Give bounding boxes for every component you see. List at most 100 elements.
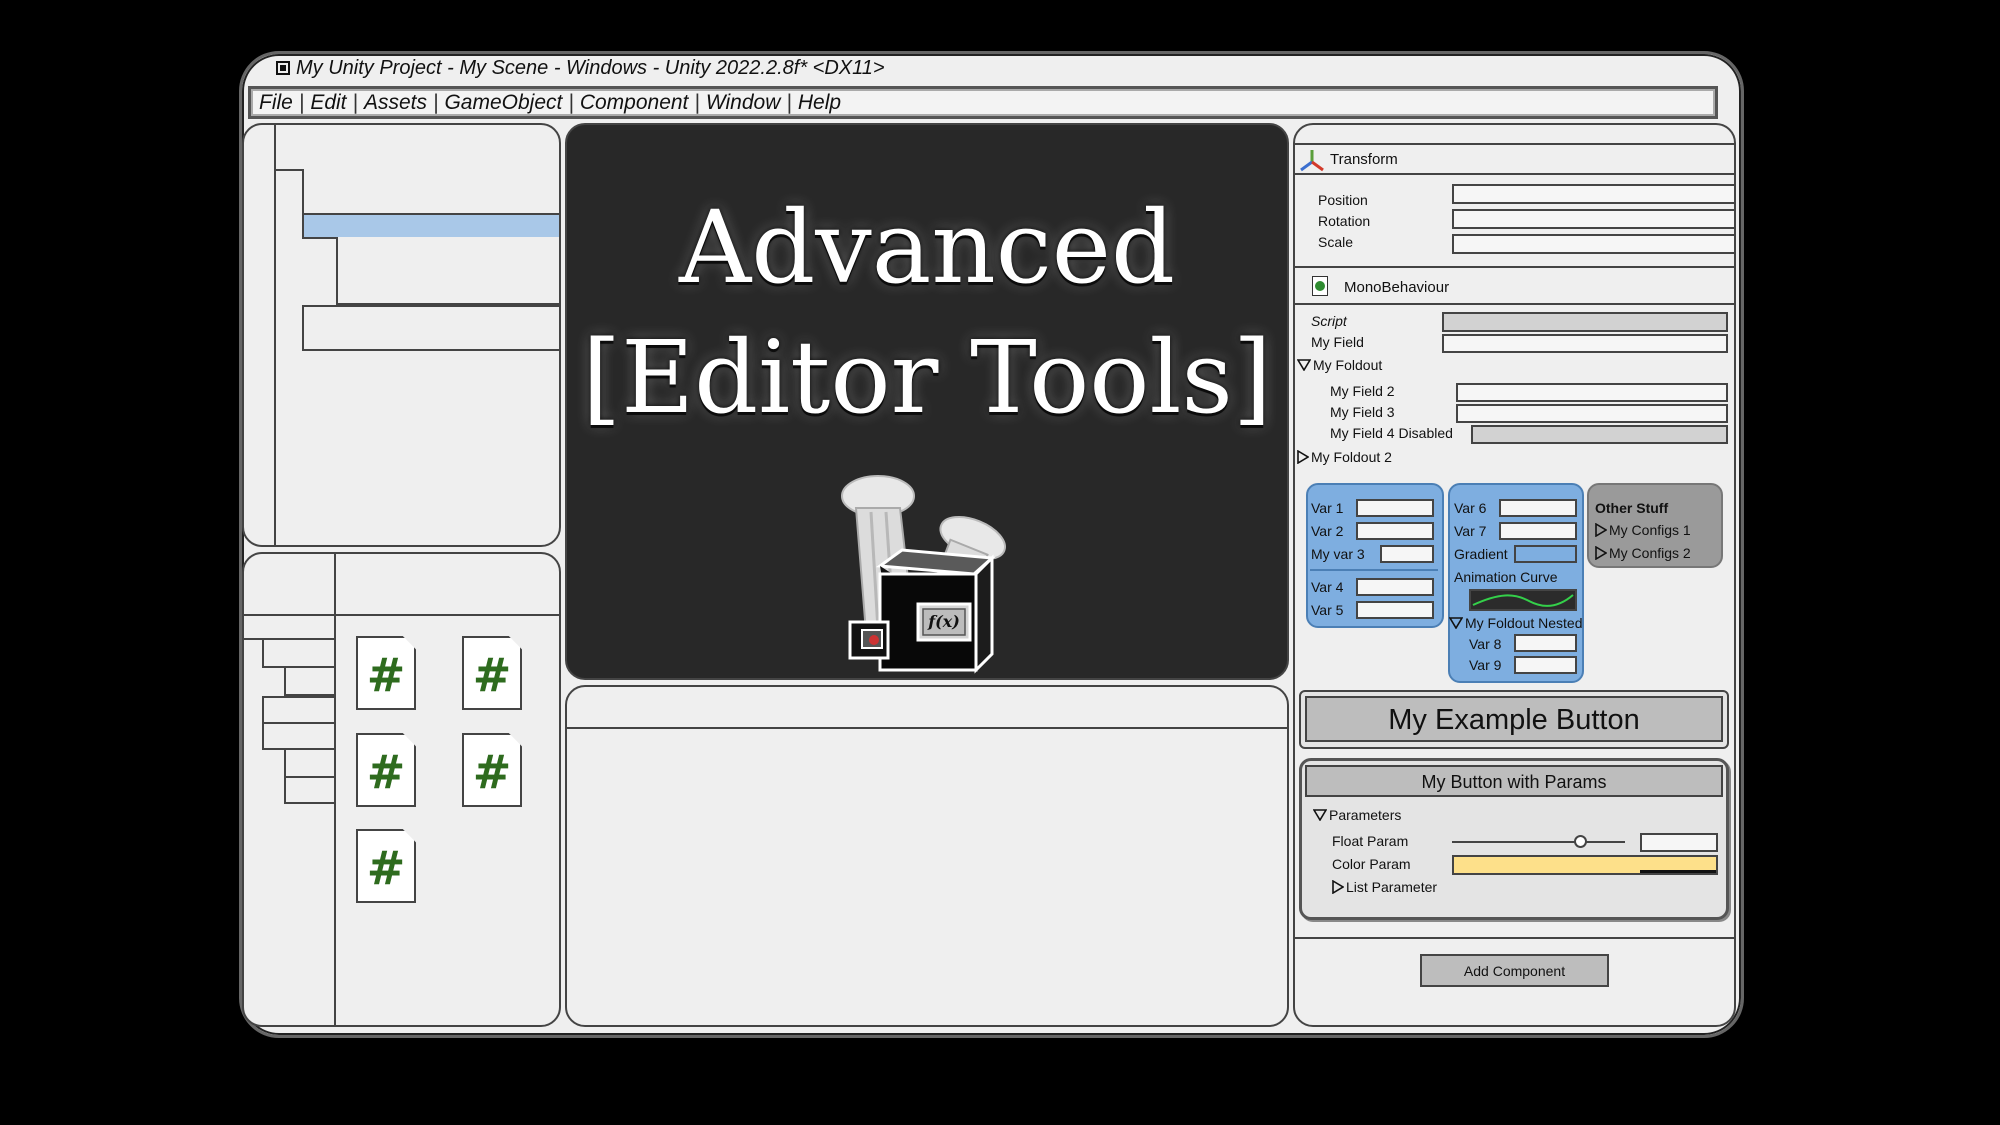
headline-editor-tools: [Editor Tools] — [582, 319, 1272, 436]
scale-label: Scale — [1318, 234, 1354, 250]
folder-tree-row[interactable] — [262, 640, 334, 668]
menu-separator: | — [568, 90, 574, 114]
var-5-input[interactable] — [1356, 601, 1434, 619]
my-field-2-label: My Field 2 — [1330, 383, 1395, 399]
other-stuff-title: Other Stuff — [1595, 500, 1669, 516]
gradient-field[interactable] — [1514, 545, 1577, 563]
my-configs-1-label: My Configs 1 — [1609, 522, 1691, 538]
my-example-button[interactable]: My Example Button — [1305, 696, 1723, 742]
inspector-line — [1295, 937, 1736, 939]
window-title: My Unity Project - My Scene - Windows - … — [296, 56, 885, 79]
menu-bar: File | Edit | Assets | GameObject | Componen… — [248, 86, 1718, 119]
window-title-bar: My Unity Project - My Scene - Windows - … — [276, 54, 885, 82]
var-1-input[interactable] — [1356, 499, 1434, 517]
hierarchy-row[interactable] — [336, 237, 559, 261]
my-configs-1[interactable]: My Configs 1 — [1595, 522, 1691, 538]
folder-tree-row[interactable] — [244, 616, 334, 640]
my-foldout-2[interactable]: My Foldout 2 — [1297, 449, 1392, 465]
var-9-input[interactable] — [1514, 656, 1577, 674]
menu-component[interactable]: Component — [580, 91, 689, 115]
folder-tree-row[interactable] — [284, 668, 334, 696]
menu-window[interactable]: Window — [706, 91, 781, 115]
var-9-label: Var 9 — [1469, 657, 1502, 673]
folder-tree-row[interactable] — [262, 724, 334, 750]
hierarchy-row[interactable] — [302, 191, 559, 215]
menu-edit[interactable]: Edit — [310, 91, 346, 115]
my-configs-2[interactable]: My Configs 2 — [1595, 545, 1691, 561]
my-foldout-nested-label: My Foldout Nested — [1465, 615, 1583, 631]
unity-window-icon — [276, 61, 290, 75]
var-8-input[interactable] — [1514, 634, 1577, 652]
hash-icon: # — [472, 745, 512, 799]
hierarchy-row[interactable] — [302, 169, 559, 193]
menu-separator: | — [352, 90, 358, 114]
var-2-input[interactable] — [1356, 522, 1434, 540]
script-label: Script — [1311, 313, 1347, 329]
transform-header[interactable]: Transform — [1330, 151, 1398, 168]
parameters-foldout[interactable]: Parameters — [1313, 807, 1401, 823]
my-var-3-input[interactable] — [1380, 545, 1434, 563]
my-foldout[interactable]: My Foldout — [1297, 357, 1382, 373]
float-param-input[interactable] — [1640, 833, 1718, 852]
var-4-input[interactable] — [1356, 578, 1434, 596]
hierarchy-row[interactable] — [276, 147, 559, 171]
my-foldout-label: My Foldout — [1313, 357, 1383, 373]
script-file-icon[interactable]: # — [356, 636, 416, 710]
menu-assets[interactable]: Assets — [364, 91, 427, 115]
my-field-3-input[interactable] — [1456, 404, 1728, 423]
script-component-icon — [1312, 276, 1328, 296]
hierarchy-row[interactable] — [302, 327, 559, 351]
float-param-label: Float Param — [1332, 833, 1409, 849]
script-field — [1442, 312, 1728, 332]
hierarchy-row-selected[interactable] — [302, 213, 559, 239]
script-file-icon[interactable]: # — [462, 733, 522, 807]
float-param-slider-track[interactable] — [1452, 841, 1625, 843]
scale-field[interactable] — [1452, 234, 1736, 254]
group-divider — [1310, 569, 1438, 571]
hierarchy-indent-line — [274, 125, 276, 545]
hash-icon: # — [366, 648, 406, 702]
my-field-input[interactable] — [1442, 334, 1728, 353]
menu-file[interactable]: File — [259, 91, 293, 115]
list-parameter-label: List Parameter — [1346, 879, 1438, 895]
color-alpha-bar — [1640, 870, 1716, 873]
script-file-icon[interactable]: # — [462, 636, 522, 710]
menu-help[interactable]: Help — [798, 91, 841, 115]
var-6-input[interactable] — [1499, 499, 1577, 517]
var-5-label: Var 5 — [1311, 602, 1344, 618]
add-component-button[interactable]: Add Component — [1420, 954, 1609, 987]
hierarchy-row[interactable] — [336, 281, 559, 305]
menu-separator: | — [786, 90, 792, 114]
animation-curve-label: Animation Curve — [1454, 569, 1558, 585]
hierarchy-row[interactable] — [336, 259, 559, 283]
float-param-slider-thumb[interactable] — [1573, 835, 1587, 848]
animation-curve-field[interactable] — [1469, 589, 1577, 611]
my-foldout-2-label: My Foldout 2 — [1311, 449, 1392, 465]
monobehaviour-header[interactable]: MonoBehaviour — [1344, 279, 1449, 296]
position-field[interactable] — [1452, 184, 1736, 204]
folder-tree-row[interactable] — [262, 696, 334, 724]
headline-advanced: Advanced — [679, 189, 1175, 306]
rotation-field[interactable] — [1452, 209, 1736, 229]
color-param-label: Color Param — [1332, 856, 1411, 872]
folder-tree-row[interactable] — [284, 750, 334, 778]
menu-separator: | — [694, 90, 700, 114]
script-file-icon[interactable]: # — [356, 829, 416, 903]
color-param-field[interactable] — [1452, 855, 1718, 875]
hash-icon: # — [472, 648, 512, 702]
hierarchy-row[interactable] — [302, 305, 559, 329]
foldout-open-icon — [1449, 617, 1463, 629]
my-foldout-nested[interactable]: My Foldout Nested — [1449, 615, 1583, 631]
menu-gameobject[interactable]: GameObject — [444, 91, 562, 115]
list-parameter-foldout[interactable]: List Parameter — [1332, 879, 1437, 895]
my-button-with-params[interactable]: My Button with Params — [1305, 765, 1723, 797]
menu-separator: | — [298, 90, 305, 114]
folder-tree-row[interactable] — [284, 778, 334, 804]
menu-separator: | — [433, 90, 439, 114]
position-label: Position — [1318, 192, 1368, 208]
my-field-2-input[interactable] — [1456, 383, 1728, 402]
var-7-input[interactable] — [1499, 522, 1577, 540]
editor-tools-logo — [841, 475, 1006, 674]
script-file-icon[interactable]: # — [356, 733, 416, 807]
var-6-label: Var 6 — [1454, 500, 1487, 516]
